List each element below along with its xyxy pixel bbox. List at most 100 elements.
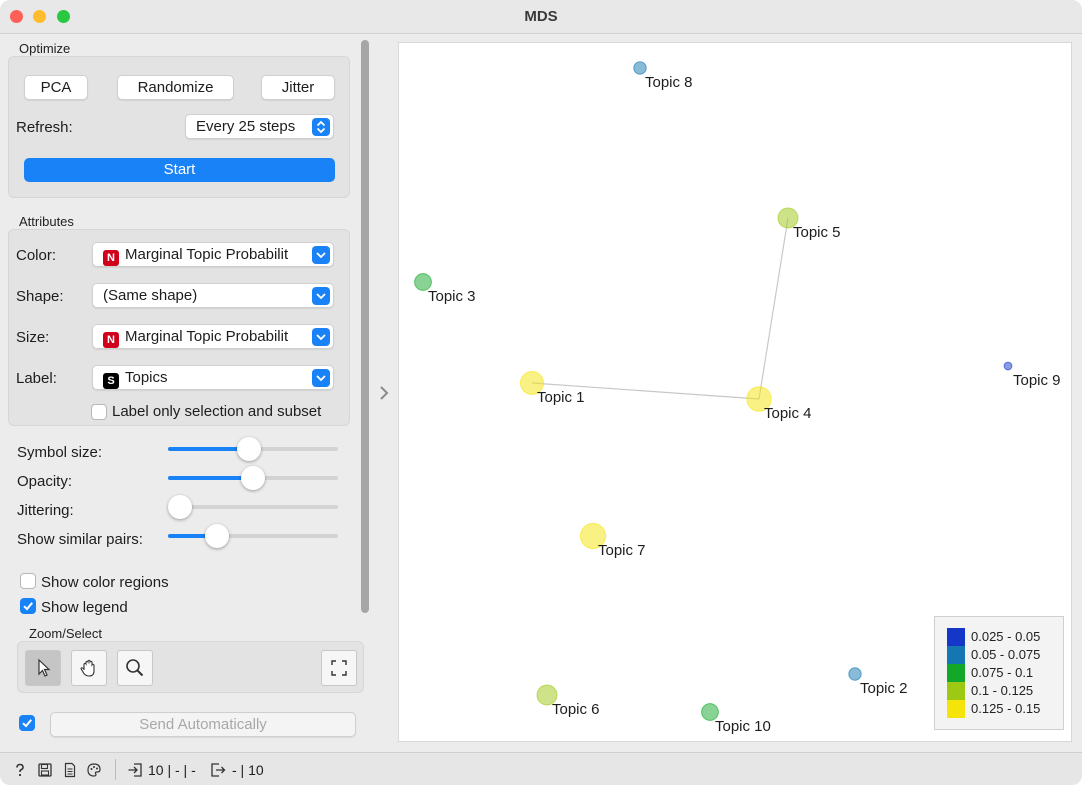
pan-tool-button[interactable] [71, 650, 107, 686]
label-label: Label: [16, 370, 57, 387]
size-select[interactable]: N Marginal Topic Probabilit [92, 324, 334, 349]
legend-swatch [947, 646, 965, 664]
opacity-slider[interactable] [168, 466, 338, 490]
symbol-size-label: Symbol size: [17, 444, 103, 461]
show-color-regions-label: Show color regions [41, 574, 169, 591]
data-point[interactable] [633, 61, 647, 75]
mds-window: MDS Optimize PCA Randomize Jitter Refres… [0, 0, 1082, 785]
numeric-variable-icon: N [103, 250, 119, 266]
slider-handle[interactable] [241, 466, 265, 490]
show-color-regions-checkbox[interactable] [20, 573, 36, 589]
updown-chevron-icon [312, 118, 330, 136]
input-summary: 10 | - | - [148, 762, 196, 778]
control-panel: Optimize PCA Randomize Jitter Refresh: E… [0, 34, 364, 752]
window-title: MDS [524, 8, 558, 25]
checkmark-icon [22, 719, 32, 728]
legend-label: 0.05 - 0.075 [971, 647, 1041, 662]
similar-pairs-label: Show similar pairs: [17, 531, 143, 548]
point-label: Topic 10 [715, 718, 771, 735]
chevron-down-icon [312, 246, 330, 264]
chevron-right-icon [380, 386, 389, 400]
size-label: Size: [16, 329, 50, 346]
hand-pan-icon [80, 659, 95, 677]
color-value: Marginal Topic Probabilit [125, 246, 289, 263]
send-automatically-checkbox[interactable] [19, 715, 35, 731]
zoom-tool-button[interactable] [117, 650, 153, 686]
label-only-selection-label: Label only selection and subset [112, 403, 322, 420]
zoom-select-group [17, 641, 364, 693]
legend-swatch [947, 700, 965, 718]
checkmark-icon [23, 602, 33, 611]
title-bar: MDS [0, 0, 1082, 34]
output-icon [210, 762, 226, 778]
point-label: Topic 5 [793, 224, 841, 241]
point-label: Topic 2 [860, 680, 908, 697]
point-label: Topic 6 [552, 701, 600, 718]
legend-swatch [947, 664, 965, 682]
shape-label: Shape: [16, 288, 64, 305]
size-value: Marginal Topic Probabilit [125, 328, 289, 345]
refresh-select[interactable]: Every 25 steps [185, 114, 334, 139]
symbol-size-slider[interactable] [168, 437, 338, 461]
input-icon [127, 762, 143, 778]
optimize-section-label: Optimize [19, 41, 71, 56]
legend-label: 0.1 - 0.125 [971, 683, 1034, 698]
jittering-slider[interactable] [168, 495, 338, 519]
similar-pair-line [758, 217, 789, 400]
status-bar: 10 | - | - - | 10 [0, 752, 1082, 785]
label-only-selection-checkbox[interactable] [91, 404, 107, 420]
opacity-label: Opacity: [17, 473, 73, 490]
chevron-down-icon [312, 328, 330, 346]
zoom-icon [126, 659, 144, 677]
collapse-panel-button[interactable] [378, 385, 390, 401]
show-legend-checkbox[interactable] [20, 598, 36, 614]
color-select[interactable]: N Marginal Topic Probabilit [92, 242, 334, 267]
show-legend-label: Show legend [41, 599, 128, 616]
shape-select[interactable]: (Same shape) [92, 283, 334, 308]
jittering-label: Jittering: [17, 502, 74, 519]
pca-button[interactable]: PCA [24, 75, 88, 100]
similar-pairs-slider[interactable] [168, 524, 338, 548]
start-button[interactable]: Start [24, 158, 335, 182]
output-summary: - | 10 [232, 762, 264, 778]
color-label: Color: [16, 247, 57, 264]
slider-handle[interactable] [237, 437, 261, 461]
chevron-down-icon [312, 369, 330, 387]
send-automatically-button[interactable]: Send Automatically [50, 712, 356, 737]
data-point[interactable] [1003, 361, 1013, 371]
fit-to-view-button[interactable] [321, 650, 357, 686]
point-label: Topic 3 [428, 288, 476, 305]
report-icon[interactable] [62, 762, 78, 778]
attributes-section-label: Attributes [19, 214, 74, 229]
fit-to-view-icon [331, 660, 347, 676]
label-select[interactable]: S Topics [92, 365, 334, 390]
legend-label: 0.075 - 0.1 [971, 665, 1034, 680]
color-legend[interactable]: 0.025 - 0.05 0.05 - 0.075 0.075 - 0.1 0.1 -… [934, 616, 1064, 730]
help-icon[interactable] [12, 762, 28, 778]
refresh-label: Refresh: [16, 119, 73, 136]
jitter-button[interactable]: Jitter [261, 75, 335, 100]
point-label: Topic 7 [598, 542, 646, 559]
numeric-variable-icon: N [103, 332, 119, 348]
refresh-value: Every 25 steps [196, 118, 296, 135]
legend-label: 0.125 - 0.15 [971, 701, 1041, 716]
slider-handle[interactable] [168, 495, 192, 519]
point-label: Topic 9 [1013, 372, 1061, 389]
point-label: Topic 8 [645, 74, 693, 91]
point-label: Topic 4 [764, 405, 812, 422]
pointer-tool-button[interactable] [25, 650, 61, 686]
sidebar-scrollbar[interactable] [361, 40, 369, 613]
legend-label: 0.025 - 0.05 [971, 629, 1041, 644]
shape-value: (Same shape) [103, 287, 198, 304]
visual-settings-icon[interactable] [86, 762, 102, 778]
string-variable-icon: S [103, 373, 119, 389]
attributes-group: Color: N Marginal Topic Probabilit Shape:… [8, 229, 350, 426]
pointer-icon [38, 658, 51, 677]
chevron-down-icon [312, 287, 330, 305]
legend-swatch [947, 682, 965, 700]
data-point[interactable] [848, 667, 862, 681]
optimize-group: PCA Randomize Jitter Refresh: Every 25 s… [8, 56, 350, 198]
slider-handle[interactable] [205, 524, 229, 548]
save-icon[interactable] [37, 762, 53, 778]
randomize-button[interactable]: Randomize [117, 75, 234, 100]
